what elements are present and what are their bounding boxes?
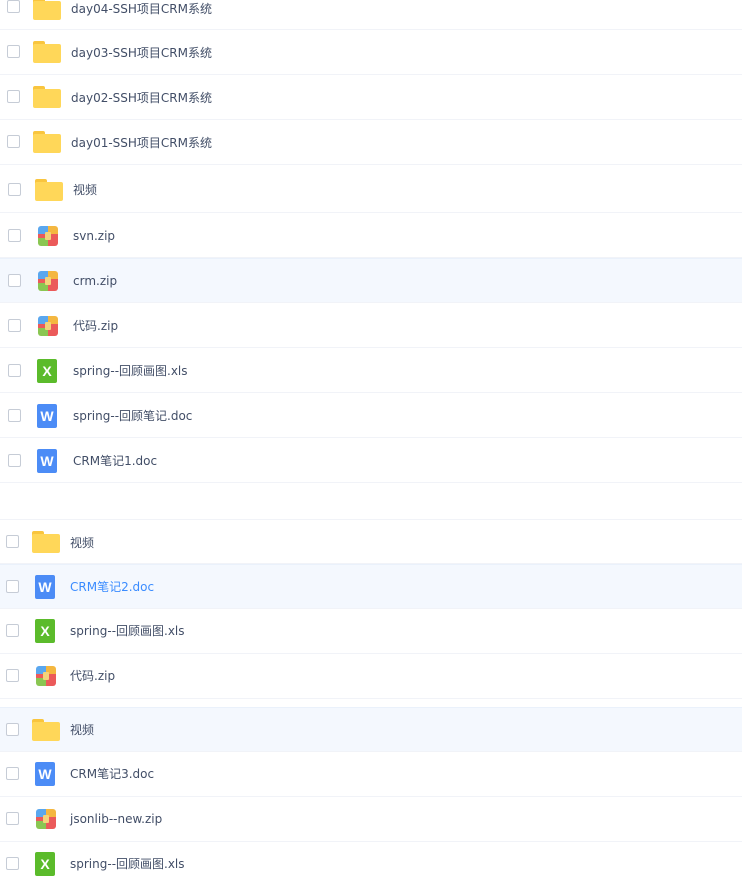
folder-icon <box>33 86 61 108</box>
zip-archive-icon <box>38 316 58 336</box>
file-name[interactable]: spring--回顾画图.xls <box>73 364 188 378</box>
row-checkbox[interactable] <box>7 90 20 103</box>
word-file-icon: W <box>35 575 55 599</box>
row-checkbox[interactable] <box>6 535 19 548</box>
row-checkbox[interactable] <box>8 454 21 467</box>
file-name[interactable]: spring--回顾画图.xls <box>70 624 185 638</box>
file-name[interactable]: 代码.zip <box>73 319 118 333</box>
folder-icon <box>35 179 63 201</box>
row-checkbox[interactable] <box>8 229 21 242</box>
zip-archive-icon <box>36 666 56 686</box>
file-name[interactable]: day01-SSH项目CRM系统 <box>71 136 212 150</box>
file-name[interactable]: crm.zip <box>73 274 117 288</box>
row-checkbox[interactable] <box>6 669 19 682</box>
excel-file-icon: X <box>35 619 55 643</box>
zip-archive-icon <box>38 226 58 246</box>
folder-icon <box>33 41 61 63</box>
file-name[interactable]: day02-SSH项目CRM系统 <box>71 91 212 105</box>
excel-file-icon: X <box>35 852 55 876</box>
row-checkbox[interactable] <box>8 274 21 287</box>
row-checkbox[interactable] <box>6 857 19 870</box>
file-name[interactable]: day04-SSH项目CRM系统 <box>71 2 212 16</box>
file-row[interactable]: day01-SSH项目CRM系统 <box>0 120 742 165</box>
file-row[interactable]: 视频 <box>0 165 742 213</box>
file-name[interactable]: svn.zip <box>73 229 115 243</box>
file-row[interactable]: W CRM笔记3.doc <box>0 752 742 797</box>
file-row[interactable]: 视频 <box>0 707 742 752</box>
file-row[interactable]: 代码.zip <box>0 303 742 348</box>
folder-icon <box>33 131 61 153</box>
file-name[interactable]: CRM笔记1.doc <box>73 454 157 468</box>
row-checkbox[interactable] <box>8 409 21 422</box>
word-file-icon: W <box>37 449 57 473</box>
file-name[interactable]: spring--回顾笔记.doc <box>73 409 192 423</box>
row-checkbox[interactable] <box>6 723 19 736</box>
file-row[interactable]: crm.zip <box>0 258 742 303</box>
file-row[interactable]: X spring--回顾画图.xls <box>0 609 742 654</box>
file-row[interactable]: W CRM笔记2.doc <box>0 564 742 609</box>
file-row[interactable]: day03-SSH项目CRM系统 <box>0 30 742 75</box>
word-file-icon: W <box>35 762 55 786</box>
file-row[interactable]: jsonlib--new.zip <box>0 797 742 842</box>
row-checkbox[interactable] <box>6 624 19 637</box>
file-row[interactable]: 代码.zip <box>0 654 742 699</box>
file-name[interactable]: 视频 <box>73 183 97 197</box>
file-name[interactable]: 代码.zip <box>70 669 115 683</box>
row-checkbox[interactable] <box>8 364 21 377</box>
file-row[interactable]: svn.zip <box>0 213 742 258</box>
file-row[interactable]: day04-SSH项目CRM系统 <box>0 0 742 30</box>
file-row[interactable]: W CRM笔记1.doc <box>0 438 742 483</box>
file-name[interactable]: 视频 <box>70 723 94 737</box>
row-checkbox[interactable] <box>6 767 19 780</box>
row-checkbox[interactable] <box>7 45 20 58</box>
file-name[interactable]: CRM笔记2.doc <box>70 580 154 594</box>
row-checkbox[interactable] <box>7 135 20 148</box>
folder-icon <box>33 0 61 20</box>
file-name[interactable]: CRM笔记3.doc <box>70 767 154 781</box>
word-file-icon: W <box>37 404 57 428</box>
row-checkbox[interactable] <box>8 183 21 196</box>
file-name[interactable]: day03-SSH项目CRM系统 <box>71 46 212 60</box>
file-row[interactable]: 视频 <box>0 519 742 564</box>
row-checkbox[interactable] <box>6 580 19 593</box>
folder-icon <box>32 719 60 741</box>
excel-file-icon: X <box>37 359 57 383</box>
file-row[interactable]: day02-SSH项目CRM系统 <box>0 75 742 120</box>
folder-icon <box>32 531 60 553</box>
file-row[interactable]: X spring--回顾画图.xls <box>0 348 742 393</box>
row-checkbox[interactable] <box>8 319 21 332</box>
zip-archive-icon <box>38 271 58 291</box>
file-name[interactable]: 视频 <box>70 536 94 550</box>
file-name[interactable]: jsonlib--new.zip <box>70 812 162 826</box>
row-checkbox[interactable] <box>7 0 20 13</box>
zip-archive-icon <box>36 809 56 829</box>
row-checkbox[interactable] <box>6 812 19 825</box>
file-row[interactable]: X spring--回顾画图.xls <box>0 842 742 876</box>
file-row[interactable]: W spring--回顾笔记.doc <box>0 393 742 438</box>
file-name[interactable]: spring--回顾画图.xls <box>70 857 185 871</box>
